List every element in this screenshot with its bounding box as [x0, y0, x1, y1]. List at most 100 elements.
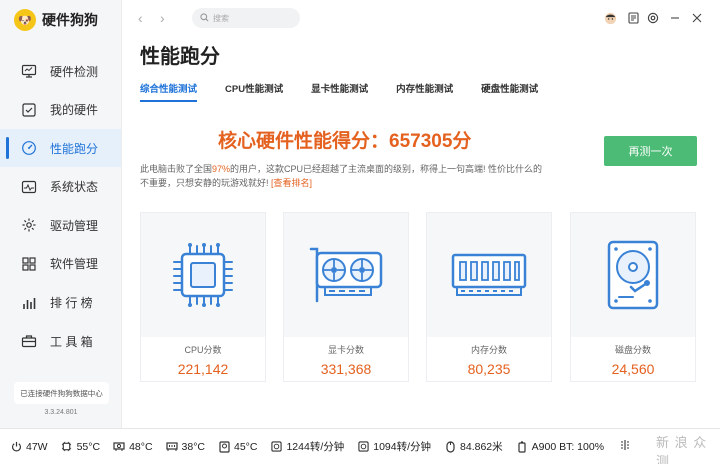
cpu-temp-status: 55°C: [61, 441, 100, 453]
sidebar-item-label: 排 行 榜: [50, 296, 93, 311]
app-name: 硬件狗狗: [42, 12, 98, 28]
sidebar-item-benchmark[interactable]: 性能跑分: [0, 129, 121, 168]
sidebar-item-label: 性能跑分: [50, 141, 99, 156]
cpu-fan-status: 1244转/分钟: [270, 439, 344, 454]
status-value: 1244转/分钟: [286, 441, 345, 453]
document-icon[interactable]: [625, 10, 641, 26]
cpu-temp-icon: [61, 441, 73, 453]
case-fan-status: 1094转/分钟: [357, 439, 431, 454]
power-status: 47W: [10, 441, 48, 453]
sidebar-item-my-hardware[interactable]: 我的硬件: [0, 91, 121, 129]
cpu-icon: [141, 213, 265, 337]
ram-temp-icon: [165, 441, 178, 453]
sidebar-nav: 硬件检测 我的硬件 性能跑分 系统状态 驱动管理 软件管理 排 行 榜 工 具 …: [0, 52, 121, 360]
monitor-icon: [20, 62, 38, 80]
hdd-icon: [571, 213, 695, 337]
apps-icon: [20, 255, 38, 273]
battery-status: A900 BT: 100%: [516, 441, 604, 453]
user-avatar-icon[interactable]: [602, 10, 618, 26]
sidebar-item-hardware-detect[interactable]: 硬件检测: [0, 52, 121, 90]
gear-icon: [20, 216, 38, 234]
status-value: 1094转/分钟: [373, 441, 432, 453]
gpu-score-card: 显卡分数 331,368: [283, 212, 409, 382]
sidebar-item-label: 软件管理: [50, 257, 99, 272]
sidebar-item-driver-manage[interactable]: 驱动管理: [0, 206, 121, 244]
score-value: 221,142: [177, 361, 229, 377]
status-value: 47W: [26, 440, 48, 453]
status-bar: 47W 55°C 48°C 38°C 45°C 1244转/分钟 1094转/分…: [0, 428, 720, 464]
search-icon: [200, 9, 209, 27]
cpu-score-card: CPU分数 221,142: [140, 212, 266, 382]
disk-temp-status: 45°C: [218, 441, 257, 453]
mouse-icon: [444, 440, 456, 453]
sidebar: 🐶 硬件狗狗 硬件检测 我的硬件 性能跑分 系统状态 驱动管理 软件管理 排 行…: [0, 0, 122, 428]
ram-temp-status: 38°C: [165, 440, 205, 453]
sidebar-item-label: 工 具 箱: [50, 334, 93, 349]
score-label: 内存分数: [470, 345, 507, 355]
view-ranking-link[interactable]: [查看排名]: [271, 178, 312, 188]
dog-logo-icon: 🐶: [14, 9, 36, 31]
sidebar-item-label: 驱动管理: [50, 218, 99, 233]
search-placeholder: 搜索: [213, 13, 229, 23]
sidebar-item-toolbox[interactable]: 工 具 箱: [0, 322, 121, 360]
disk-score-card: 磁盘分数 24,560: [570, 212, 696, 382]
battery-icon: [516, 440, 528, 453]
settings-icon[interactable]: [645, 10, 661, 26]
desc-text: 的用户，这款CPU已经超越了主流桌面的级别，称得上一句高端! 性价比什么的: [230, 164, 543, 174]
status-value: A900 BT: 100%: [531, 440, 605, 453]
close-icon[interactable]: [689, 10, 705, 26]
benchmark-tabs: 综合性能测试 CPU性能测试 显卡性能测试 内存性能测试 硬盘性能测试: [140, 81, 566, 102]
sidebar-item-system-status[interactable]: 系统状态: [0, 168, 121, 206]
gpu-temp-status: 48°C: [113, 440, 153, 453]
checkbox-icon: [20, 101, 38, 119]
status-value: 48°C: [129, 440, 153, 453]
fan-icon: [270, 441, 282, 453]
score-label: 显卡分数: [327, 345, 364, 355]
minimize-icon[interactable]: [667, 10, 683, 26]
watermark: 新 浪 众 测: [656, 435, 708, 464]
power-icon: [10, 441, 22, 453]
top-bar: ‹ › 搜索: [122, 0, 720, 36]
gpu-temp-icon: [113, 441, 125, 453]
page-title: 性能跑分: [140, 46, 220, 68]
status-value: 45°C: [234, 440, 258, 453]
tab-cpu[interactable]: CPU性能测试: [225, 81, 283, 102]
tab-memory[interactable]: 内存性能测试: [396, 81, 453, 102]
toolbox-icon: [20, 332, 38, 350]
app-version: 3.3.24.801: [44, 409, 78, 416]
total-score-heading: 核心硬件性能得分：657305分: [218, 131, 472, 152]
memory-score-card: 内存分数 80,235: [426, 212, 552, 382]
score-value: 80,235: [467, 361, 511, 377]
ram-icon: [427, 213, 551, 337]
data-center-status[interactable]: 已连接硬件狗狗数据中心: [14, 382, 109, 404]
mouse-distance-status: 84.862米: [444, 439, 503, 454]
forward-arrow-icon[interactable]: ›: [160, 10, 165, 26]
status-value: 38°C: [181, 440, 205, 453]
back-arrow-icon[interactable]: ‹: [138, 10, 143, 26]
sidebar-item-software-manage[interactable]: 软件管理: [0, 245, 121, 283]
tab-gpu[interactable]: 显卡性能测试: [311, 81, 368, 102]
tab-disk[interactable]: 硬盘性能测试: [481, 81, 538, 102]
status-value: 84.862米: [460, 441, 503, 453]
expand-status-icon[interactable]: [619, 439, 631, 454]
sidebar-item-label: 我的硬件: [50, 103, 99, 118]
app-logo: 🐶 硬件狗狗: [0, 0, 121, 40]
desc-text: 不重要，只想安静的玩游戏就好!: [140, 178, 269, 188]
gpu-icon: [284, 213, 408, 337]
score-label: CPU分数: [184, 345, 222, 355]
beat-percent: 97%: [212, 164, 231, 174]
retest-button[interactable]: 再测一次: [604, 136, 697, 166]
speedometer-icon: [20, 139, 38, 157]
status-value: 55°C: [76, 440, 101, 453]
pulse-icon: [20, 178, 38, 196]
fan-icon: [357, 441, 369, 453]
bar-chart-icon: [20, 294, 38, 312]
desc-text: 此电脑击败了全国: [140, 164, 213, 174]
search-input[interactable]: 搜索: [192, 8, 300, 28]
tab-overall[interactable]: 综合性能测试: [140, 81, 198, 102]
score-description: 此电脑击败了全国97%的用户，这款CPU已经超越了主流桌面的级别，称得上一句高端…: [140, 162, 580, 190]
sidebar-item-label: 硬件检测: [50, 64, 99, 79]
sidebar-item-ranking[interactable]: 排 行 榜: [0, 284, 121, 322]
score-value: 24,560: [611, 361, 655, 377]
sidebar-item-label: 系统状态: [50, 180, 99, 195]
